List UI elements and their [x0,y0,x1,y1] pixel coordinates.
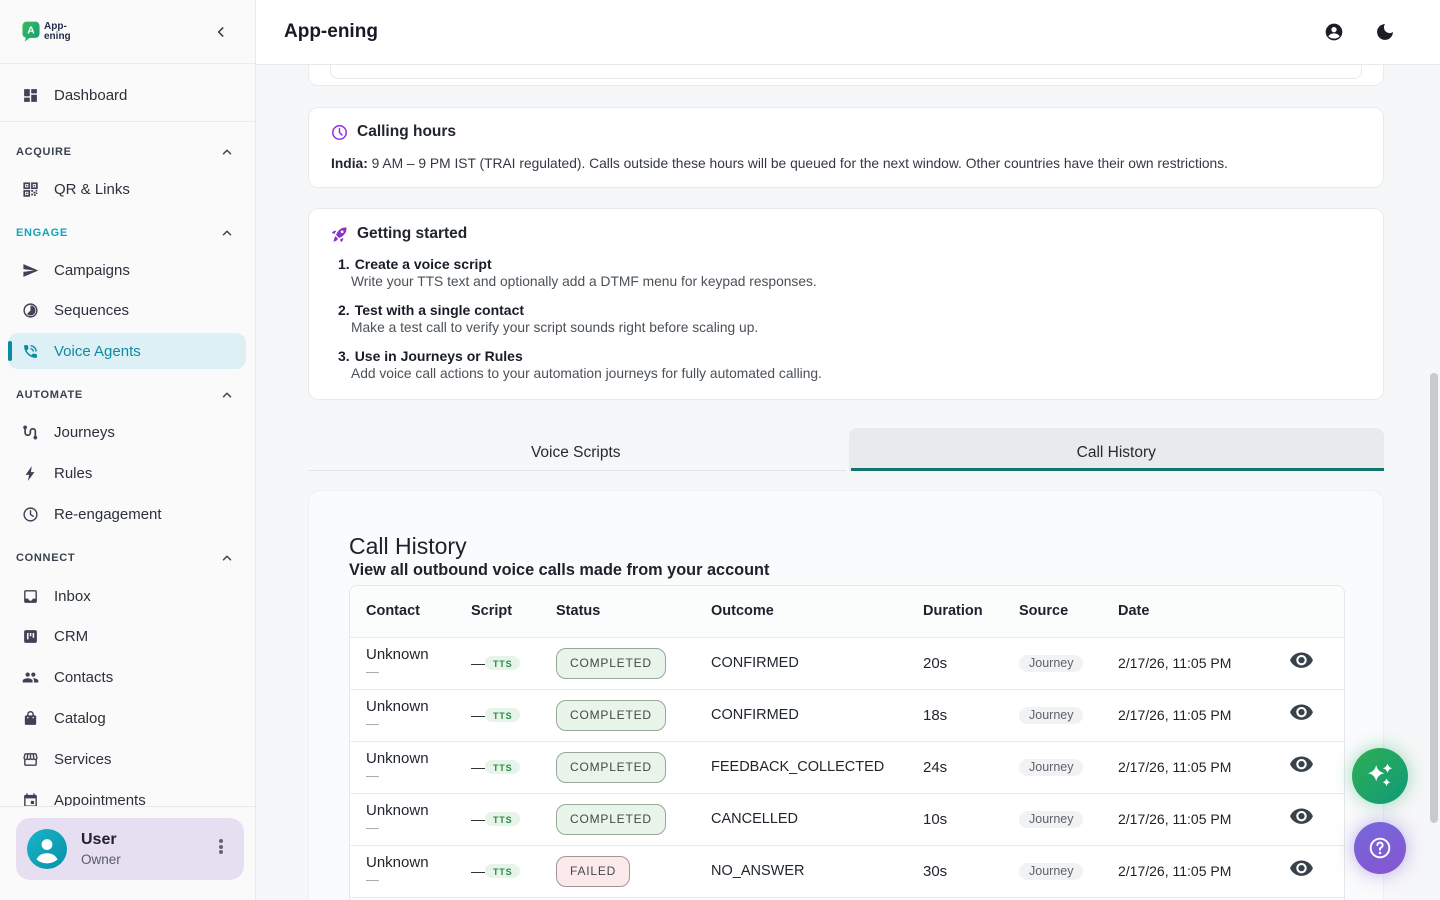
svg-text:A: A [27,26,35,37]
